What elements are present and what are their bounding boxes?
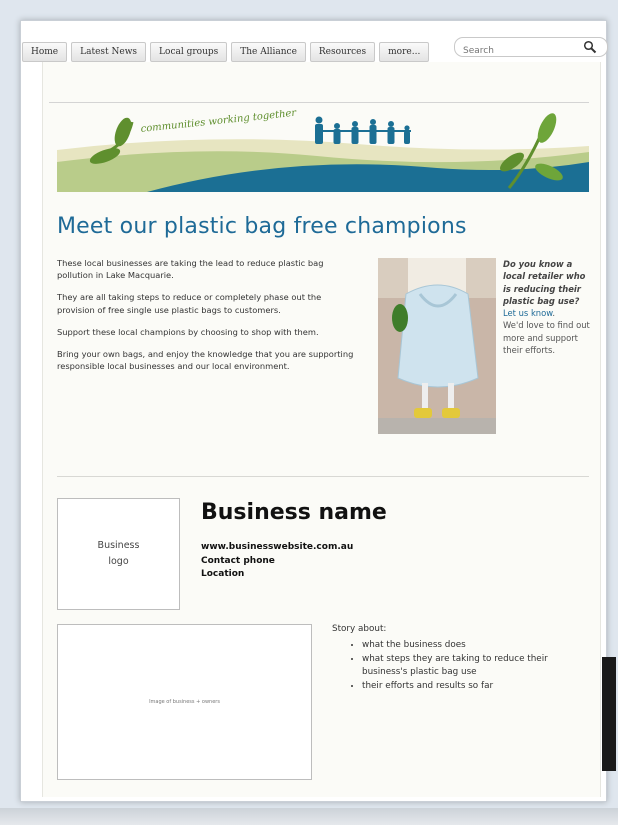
intro-paragraph: Bring your own bags, and enjoy the knowl… [57,349,354,372]
bottom-bar [0,808,618,825]
business-location: Location [201,569,245,579]
search-box [454,37,608,59]
link-suffix: . [552,308,555,319]
business-image-placeholder: Image of business + owners [57,624,312,780]
tab-the-alliance[interactable]: The Alliance [231,42,306,62]
tab-home[interactable]: Home [22,42,68,62]
story-heading: Story about: [332,624,387,634]
page-title: Meet our plastic bag free champions [57,214,467,239]
business-name: Business name [201,500,387,525]
tab-more[interactable]: more... [379,42,430,62]
business-details: www.businesswebsite.com.au Contact phone… [201,541,353,582]
intro-paragraph: They are all taking steps to reduce or c… [57,292,322,315]
logo-placeholder-label: Business logo [97,540,140,567]
list-item: their efforts and results so far [362,680,582,693]
divider [57,476,589,477]
story-section: Story about: what the business does what… [332,623,582,694]
divider [49,102,589,103]
list-item: what the business does [362,639,582,652]
list-item: what steps they are taking to reduce the… [362,653,582,679]
intro-paragraph: These local businesses are taking the le… [57,258,324,281]
intro-paragraph: Support these local champions by choosin… [57,326,319,337]
banner-image: communities working together [57,110,589,192]
window-edge [602,657,616,771]
main-nav: Home Latest News Local groups The Allian… [22,42,430,62]
image-placeholder-label: Image of business + owners [149,699,220,705]
callout-question: Do you know a local retailer who is redu… [503,259,586,306]
story-list: what the business does what steps they a… [332,639,582,693]
business-phone: Contact phone [201,555,275,566]
reusable-bag-photo [378,258,496,434]
callout-text: We'd love to find out more and support t… [503,320,590,356]
search-input[interactable] [455,43,581,59]
search-icon[interactable] [583,40,597,54]
content-area: communities working together Meet our pl… [42,62,601,797]
tab-resources[interactable]: Resources [309,42,376,62]
tab-latest-news[interactable]: Latest News [71,42,147,62]
business-logo-placeholder: Business logo [57,498,180,610]
retailer-callout: Do you know a local retailer who is redu… [503,258,593,356]
intro-text: These local businesses are taking the le… [57,257,357,382]
tab-local-groups[interactable]: Local groups [150,42,228,62]
let-us-know-link[interactable]: Let us know [503,308,552,318]
business-website[interactable]: www.businesswebsite.com.au [201,541,353,555]
